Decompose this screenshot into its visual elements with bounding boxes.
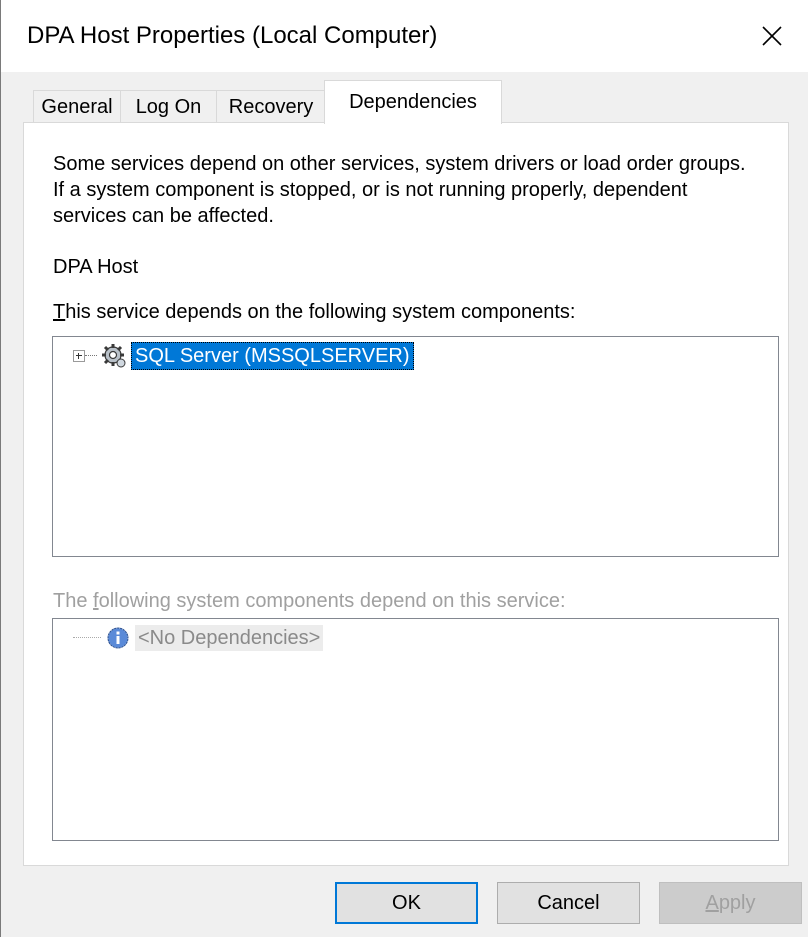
tab-recovery[interactable]: Recovery — [216, 90, 326, 123]
dependents-label-pre: The — [53, 590, 94, 612]
properties-dialog: DPA Host Properties (Local Computer) Gen… — [0, 0, 808, 937]
title-bar: DPA Host Properties (Local Computer) — [1, 0, 808, 72]
cancel-button[interactable]: Cancel — [497, 882, 640, 924]
close-button[interactable] — [736, 0, 808, 72]
apply-button[interactable]: Apply — [659, 882, 802, 924]
tree-node-label: <No Dependencies> — [135, 625, 324, 651]
close-icon — [762, 26, 782, 46]
depends-on-label: This service depends on the following sy… — [53, 301, 576, 324]
dependencies-panel: Some services depend on other services, … — [23, 122, 789, 866]
depends-on-label-text: his service depends on the following sys… — [65, 301, 576, 323]
apply-button-mnemonic: A — [705, 892, 719, 914]
depends-on-label-mnemonic: T — [53, 301, 66, 323]
tree-node-sql-server[interactable]: SQL Server (MSSQLSERVER) — [73, 341, 414, 371]
window-title: DPA Host Properties (Local Computer) — [27, 22, 438, 49]
depends-on-tree[interactable]: SQL Server (MSSQLSERVER) — [52, 336, 779, 557]
tree-connector — [73, 637, 101, 639]
dependents-label-text: ollowing system components depend on thi… — [98, 590, 566, 612]
tab-log-on[interactable]: Log On — [120, 90, 217, 123]
expand-icon[interactable] — [73, 350, 85, 362]
tab-general[interactable]: General — [33, 90, 121, 123]
dependents-tree[interactable]: <No Dependencies> — [52, 618, 779, 841]
dependents-label: The following system components depend o… — [53, 590, 566, 613]
tab-dependencies[interactable]: Dependencies — [324, 80, 502, 124]
info-icon — [107, 627, 129, 649]
service-name: DPA Host — [53, 256, 139, 278]
tree-node-label[interactable]: SQL Server (MSSQLSERVER) — [131, 342, 414, 370]
apply-button-text: pply — [718, 892, 756, 914]
tree-connector — [85, 355, 97, 357]
gear-icon — [102, 344, 126, 368]
ok-button[interactable]: OK — [335, 882, 478, 924]
dependencies-description: Some services depend on other services, … — [53, 153, 746, 227]
tree-node-no-dependencies: <No Dependencies> — [73, 623, 324, 653]
